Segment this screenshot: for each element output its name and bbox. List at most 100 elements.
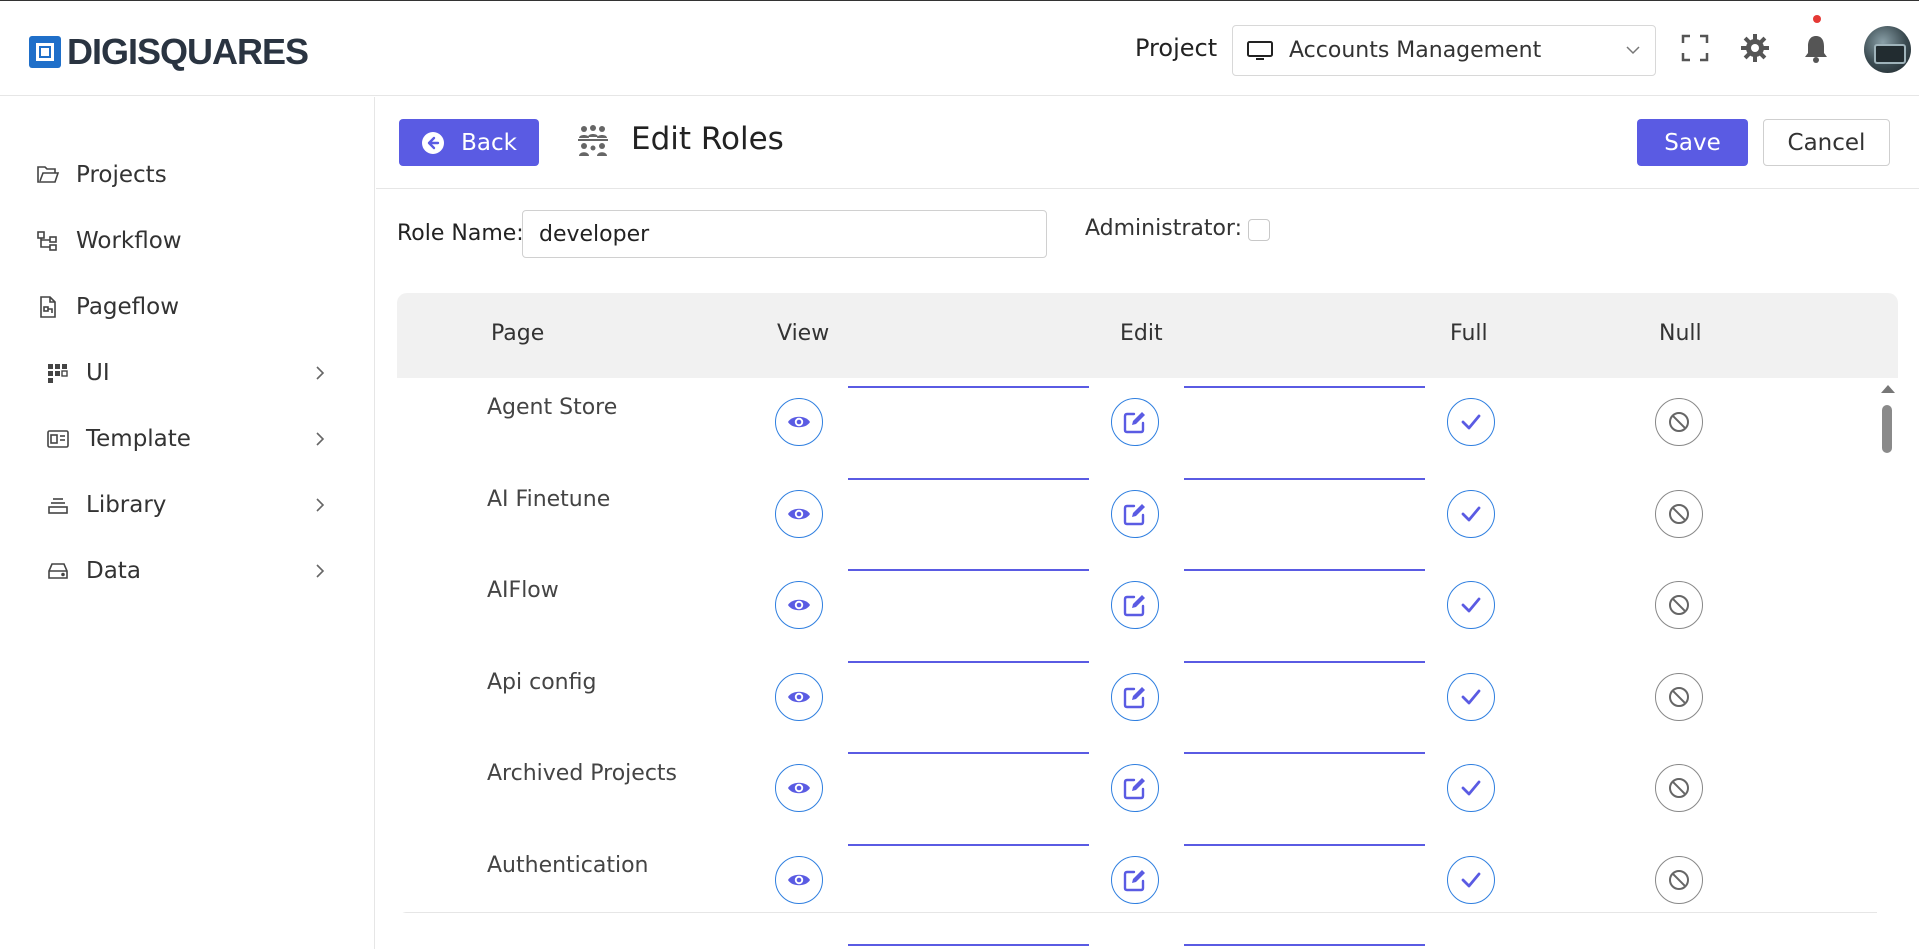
sidebar-item-data[interactable]: Data <box>36 551 336 591</box>
edit-permission-button[interactable] <box>1111 672 1159 721</box>
eye-icon <box>786 867 812 893</box>
null-permission-button[interactable] <box>1655 398 1703 446</box>
edit-icon <box>1122 775 1148 801</box>
save-button[interactable]: Save <box>1637 119 1748 166</box>
check-icon <box>1458 867 1484 893</box>
view-permission-button[interactable] <box>775 855 823 904</box>
column-header-page: Page <box>491 321 545 346</box>
gear-icon[interactable] <box>1740 33 1770 63</box>
workflow-icon <box>37 231 57 251</box>
document-icon <box>40 296 56 318</box>
view-slider-track[interactable] <box>848 752 1089 754</box>
role-name-input[interactable] <box>522 210 1047 258</box>
sidebar-item-label: UI <box>86 360 110 386</box>
cancel-button[interactable]: Cancel <box>1763 119 1890 166</box>
check-icon <box>1458 684 1484 710</box>
edit-permission-button[interactable] <box>1111 764 1159 812</box>
project-select[interactable]: Accounts Management <box>1232 25 1656 76</box>
page-name: AI Finetune <box>487 486 611 512</box>
edit-permission-button[interactable] <box>1111 398 1159 446</box>
edit-permission-button[interactable] <box>1111 489 1159 538</box>
page-header: Back Edit Roles Save Cancel <box>376 97 1919 189</box>
column-header-null: Null <box>1659 321 1702 346</box>
sidebar-item-label: Projects <box>76 162 167 188</box>
back-button[interactable]: Back <box>399 119 539 166</box>
ban-icon <box>1666 684 1692 710</box>
sidebar-item-ui[interactable]: UI <box>36 353 336 393</box>
full-permission-button[interactable] <box>1447 489 1495 538</box>
null-permission-button[interactable] <box>1655 489 1703 538</box>
fullscreen-icon[interactable] <box>1680 33 1710 63</box>
view-slider-track[interactable] <box>848 660 1089 663</box>
edit-permission-button[interactable] <box>1111 581 1159 629</box>
library-icon <box>48 498 68 514</box>
sidebar-item-label: Pageflow <box>76 294 180 320</box>
full-permission-button[interactable] <box>1447 581 1495 629</box>
page-name: Api config <box>487 669 597 695</box>
view-slider-track[interactable] <box>848 569 1089 571</box>
eye-icon <box>786 501 812 527</box>
notification-dot <box>1813 15 1821 23</box>
full-permission-button[interactable] <box>1447 764 1495 812</box>
edit-slider-track[interactable] <box>1184 752 1425 754</box>
edit-slider-track[interactable] <box>1184 843 1425 846</box>
null-permission-button[interactable] <box>1655 764 1703 812</box>
project-select-value: Accounts Management <box>1289 38 1542 63</box>
view-slider-track[interactable] <box>848 386 1089 388</box>
chevron-right-icon <box>316 498 325 512</box>
null-permission-button[interactable] <box>1655 581 1703 629</box>
next-row-edit-line <box>1184 944 1425 946</box>
view-slider-track[interactable] <box>848 477 1089 480</box>
full-permission-button[interactable] <box>1447 855 1495 904</box>
chevron-right-icon <box>316 432 325 446</box>
back-button-label: Back <box>461 129 517 156</box>
view-permission-button[interactable] <box>775 764 823 812</box>
table-row: AIFlow <box>397 561 1877 653</box>
edit-icon <box>1122 501 1148 527</box>
null-permission-button[interactable] <box>1655 672 1703 721</box>
arrow-left-circle-icon <box>422 131 445 154</box>
edit-icon <box>1122 592 1148 618</box>
sidebar-item-library[interactable]: Library <box>36 485 336 525</box>
scroll-up-arrow-icon[interactable] <box>1881 385 1895 393</box>
full-permission-button[interactable] <box>1447 398 1495 446</box>
check-icon <box>1458 409 1484 435</box>
administrator-checkbox[interactable] <box>1248 219 1270 241</box>
chevron-right-icon <box>316 564 325 578</box>
next-row-view-line <box>848 944 1089 946</box>
avatar[interactable] <box>1864 26 1911 73</box>
edit-permission-button[interactable] <box>1111 855 1159 904</box>
view-slider-track[interactable] <box>848 843 1089 846</box>
view-permission-button[interactable] <box>775 489 823 538</box>
check-icon <box>1458 775 1484 801</box>
column-header-view: View <box>777 321 830 346</box>
edit-slider-track[interactable] <box>1184 660 1425 663</box>
ban-icon <box>1666 409 1692 435</box>
null-permission-button[interactable] <box>1655 855 1703 904</box>
sidebar-item-workflow[interactable]: Workflow <box>36 221 336 261</box>
check-icon <box>1458 592 1484 618</box>
sidebar-item-projects[interactable]: Projects <box>36 155 336 195</box>
edit-slider-track[interactable] <box>1184 386 1425 388</box>
brand-logo[interactable]: DIGISQUARES <box>29 31 309 73</box>
sidebar-item-template[interactable]: Template <box>36 419 336 459</box>
edit-slider-track[interactable] <box>1184 477 1425 480</box>
sidebar-item-pageflow[interactable]: Pageflow <box>36 287 336 327</box>
full-permission-button[interactable] <box>1447 672 1495 721</box>
view-permission-button[interactable] <box>775 672 823 721</box>
bell-icon[interactable] <box>1801 33 1831 63</box>
monitor-icon <box>1247 40 1273 60</box>
column-header-full: Full <box>1450 321 1488 346</box>
page-name: AIFlow <box>487 578 559 603</box>
scroll-thumb[interactable] <box>1882 405 1892 453</box>
ban-icon <box>1666 501 1692 527</box>
view-permission-button[interactable] <box>775 398 823 446</box>
edit-icon <box>1122 867 1148 893</box>
eye-icon <box>786 409 812 435</box>
brand-name: DIGISQUARES <box>67 31 309 72</box>
permissions-table: Page View Edit Full Null Agent Store AI F… <box>397 293 1898 913</box>
view-permission-button[interactable] <box>775 581 823 629</box>
edit-slider-track[interactable] <box>1184 569 1425 571</box>
sidebar-item-label: Data <box>86 558 141 584</box>
table-scrollbar[interactable] <box>1878 383 1896 913</box>
